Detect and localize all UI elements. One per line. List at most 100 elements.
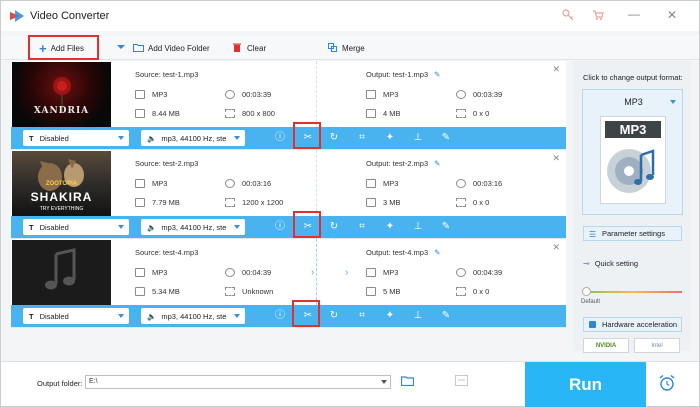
format-selector[interactable]: MP3 MP3 xyxy=(582,89,683,215)
effects-wand-icon[interactable]: ✦ xyxy=(383,309,397,323)
chevron-down-icon xyxy=(118,225,124,229)
edit-output-icon[interactable]: ✎ xyxy=(434,70,440,79)
rotate-icon[interactable]: ↻ xyxy=(327,220,341,234)
audio-select[interactable]: 🔈 mp3, 44100 Hz, ste xyxy=(141,308,245,324)
subtitle-icon: T xyxy=(29,311,34,321)
remove-item-icon[interactable]: ✕ xyxy=(552,242,560,253)
effects-wand-icon[interactable]: ✦ xyxy=(383,220,397,234)
divider xyxy=(316,239,317,305)
resolution-icon xyxy=(225,287,235,296)
quality-slider[interactable] xyxy=(585,291,682,293)
output-name: Output: test-2.mp3 ✎ xyxy=(366,159,440,168)
divider xyxy=(316,150,317,216)
list-item[interactable]: Source: test-4.mp3 MP3 00:04:39 5.34 MB … xyxy=(11,239,566,328)
watermark-stamp-icon[interactable]: ⊥ xyxy=(411,220,425,234)
watermark-stamp-icon[interactable]: ⊥ xyxy=(411,131,425,145)
effects-wand-icon[interactable]: ✦ xyxy=(383,131,397,145)
audio-select[interactable]: 🔈 mp3, 44100 Hz, ste xyxy=(141,130,245,146)
parameter-settings-button[interactable]: ☰ Parameter settings xyxy=(583,226,682,241)
close-window-icon[interactable]: ✕ xyxy=(667,8,677,22)
run-button[interactable]: Run xyxy=(525,362,646,407)
output-format-panel: Click to change output format: MP3 MP3 ☰… xyxy=(573,61,691,353)
list-item[interactable]: ZOOTOPIA SHAKIRA TRY EVERYTHING Source: … xyxy=(11,150,566,239)
output-name: Output: test-1.mp3 ✎ xyxy=(366,70,440,79)
subtitle-edit-icon[interactable]: ✎ xyxy=(439,131,453,145)
merge-button[interactable]: Merge xyxy=(328,38,365,58)
speaker-icon: 🔈 xyxy=(147,133,157,143)
clear-button[interactable]: Clear xyxy=(233,38,266,58)
subtitle-value: Disabled xyxy=(39,311,69,321)
quick-setting: ⊸ Quick setting xyxy=(583,259,638,268)
cut-highlight-2 xyxy=(293,211,321,238)
audio-value: mp3, 44100 Hz, ste xyxy=(161,222,227,232)
item-toolbar: T Disabled 🔈 mp3, 44100 Hz, ste ⓘ ✂ ↻ ⌗ ✦ … xyxy=(11,216,566,238)
quick-setting-icon: ⊸ xyxy=(583,259,590,268)
out-format-value: MP3 xyxy=(383,90,399,99)
size-info: 5.34 MB xyxy=(135,287,180,296)
format-icon xyxy=(135,90,145,99)
intel-badge[interactable]: Intel xyxy=(634,338,680,353)
rotate-icon[interactable]: ↻ xyxy=(327,131,341,145)
slider-handle[interactable] xyxy=(582,287,591,296)
subtitle-select[interactable]: T Disabled xyxy=(23,308,129,324)
minimize-icon[interactable]: — xyxy=(628,7,640,21)
info-icon[interactable]: ⓘ xyxy=(273,309,287,323)
clock-icon xyxy=(225,90,235,99)
crop-icon[interactable]: ⌗ xyxy=(355,309,369,323)
open-output-folder-icon[interactable] xyxy=(455,375,468,388)
subtitle-select[interactable]: T Disabled xyxy=(23,130,129,146)
hardware-acceleration-label: Hardware acceleration xyxy=(602,320,678,329)
duration-info: 00:03:39 xyxy=(225,90,271,99)
chevron-down-icon xyxy=(381,380,387,384)
disc-icon xyxy=(607,149,655,193)
subtitle-edit-icon[interactable]: ✎ xyxy=(439,220,453,234)
add-video-folder-button[interactable]: Add Video Folder xyxy=(133,38,210,58)
edit-output-icon[interactable]: ✎ xyxy=(434,159,440,168)
hardware-acceleration-button[interactable]: Hardware acceleration xyxy=(583,317,682,332)
parameter-settings-label: Parameter settings xyxy=(602,229,665,238)
resolution-icon xyxy=(456,109,466,118)
resolution-value: Unknown xyxy=(242,287,274,296)
watermark-stamp-icon[interactable]: ⊥ xyxy=(411,309,425,323)
size-info: 7.79 MB xyxy=(135,198,180,207)
output-value: Output: test-1.mp3 xyxy=(366,70,429,79)
app-window: Video Converter — ✕ + Add Files Add Vide… xyxy=(0,0,700,407)
chip-icon xyxy=(589,321,596,328)
quick-setting-label: Quick setting xyxy=(594,259,639,268)
cart-icon[interactable] xyxy=(592,9,604,24)
resolution-value: 800 x 800 xyxy=(242,109,275,118)
subtitle-select[interactable]: T Disabled xyxy=(23,219,129,235)
add-files-highlight xyxy=(28,35,99,60)
title-bar: Video Converter — ✕ xyxy=(1,1,699,31)
crop-icon[interactable]: ⌗ xyxy=(355,220,369,234)
edit-output-icon[interactable]: ✎ xyxy=(434,248,440,257)
bottom-bar: Output folder: E:\ Run xyxy=(1,361,699,407)
output-folder-input[interactable]: E:\ xyxy=(85,375,391,389)
format-hint: Click to change output format: xyxy=(583,73,683,82)
alarm-clock-icon[interactable] xyxy=(658,374,676,394)
audio-select[interactable]: 🔈 mp3, 44100 Hz, ste xyxy=(141,219,245,235)
out-size-value: 4 MB xyxy=(383,109,401,118)
output-value: Output: test-4.mp3 xyxy=(366,248,429,257)
sliders-icon: ☰ xyxy=(589,230,597,239)
add-files-dropdown-icon[interactable] xyxy=(117,45,125,49)
nvidia-badge[interactable]: NVIDIA xyxy=(583,338,629,353)
subtitle-edit-icon[interactable]: ✎ xyxy=(439,309,453,323)
key-icon[interactable] xyxy=(562,9,574,24)
remove-item-icon[interactable]: ✕ xyxy=(552,64,560,75)
list-item[interactable]: XANDRIA Source: test-1.mp3 MP3 00:03:39 … xyxy=(11,61,566,150)
remove-item-icon[interactable]: ✕ xyxy=(552,153,560,164)
clear-label: Clear xyxy=(247,43,267,53)
app-logo-icon xyxy=(10,10,24,22)
thumb-text: XANDRIA xyxy=(33,106,90,116)
rotate-icon[interactable]: ↻ xyxy=(327,309,341,323)
format-label: MP3 xyxy=(624,97,643,107)
info-icon[interactable]: ⓘ xyxy=(273,131,287,145)
info-icon[interactable]: ⓘ xyxy=(273,220,287,234)
audio-value: mp3, 44100 Hz, ste xyxy=(161,311,227,321)
resolution-icon xyxy=(225,198,235,207)
out-duration-value: 00:03:39 xyxy=(473,90,503,99)
crop-icon[interactable]: ⌗ xyxy=(355,131,369,145)
browse-folder-icon[interactable] xyxy=(400,375,415,388)
chevron-down-icon xyxy=(234,314,240,318)
